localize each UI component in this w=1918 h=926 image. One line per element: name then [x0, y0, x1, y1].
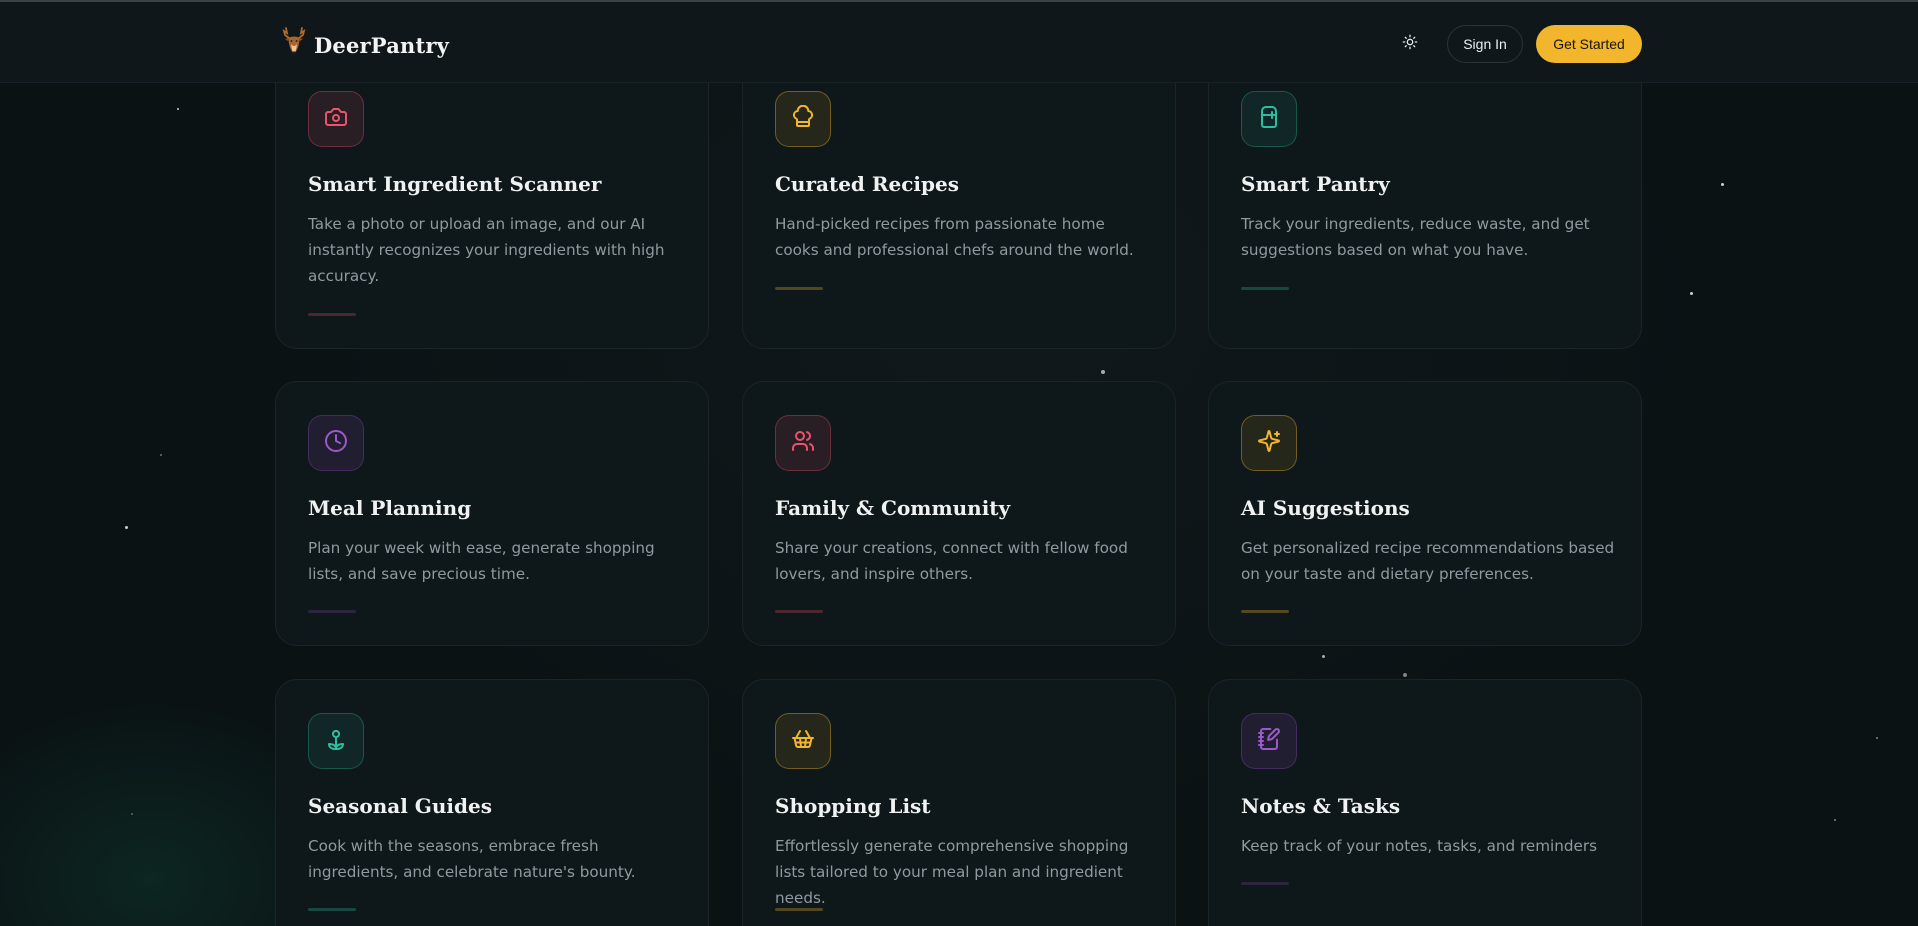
clock-icon — [324, 429, 348, 457]
get-started-button[interactable]: Get Started — [1536, 25, 1642, 63]
feature-icon-box — [1241, 91, 1297, 147]
background-star — [1101, 370, 1105, 374]
feature-icon-box — [775, 415, 831, 471]
feature-description: Effortlessly generate comprehensive shop… — [775, 837, 1129, 907]
sun-icon — [1402, 34, 1418, 54]
landing-page: DeerPantry Sign In Get Started Smart Ing — [0, 0, 1918, 926]
feature-description: Get personalized recipe recommendations … — [1241, 539, 1615, 583]
feature-accent-bar — [308, 313, 356, 316]
background-star — [1876, 737, 1878, 739]
feature-accent-bar — [775, 287, 823, 290]
sign-in-button[interactable]: Sign In — [1447, 25, 1523, 63]
background-star — [125, 526, 128, 529]
feature-title: Curated Recipes — [775, 172, 959, 196]
feature-icon-box — [1241, 713, 1297, 769]
users-icon — [791, 429, 815, 457]
feature-title: Smart Pantry — [1241, 172, 1390, 196]
feature-title: AI Suggestions — [1241, 496, 1410, 520]
feature-description: Plan your week with ease, generate shopp… — [308, 539, 655, 583]
feature-card-seasonal-guides: Seasonal Guides Cook with the seasons, e… — [275, 679, 709, 926]
feature-card-shopping-list: Shopping List Effortlessly generate comp… — [742, 679, 1176, 926]
feature-accent-bar — [1241, 610, 1289, 613]
feature-title: Seasonal Guides — [308, 794, 492, 818]
feature-icon-box — [308, 415, 364, 471]
brand-link[interactable]: DeerPantry — [280, 26, 449, 64]
background-star — [160, 454, 162, 456]
theme-toggle-button[interactable] — [1398, 32, 1422, 56]
feature-title: Notes & Tasks — [1241, 794, 1401, 818]
feature-card-family-community: Family & Community Share your creations,… — [742, 381, 1176, 646]
feature-description: Take a photo or upload an image, and our… — [308, 215, 665, 285]
feature-card-notes-tasks: Notes & Tasks Keep track of your notes, … — [1208, 679, 1642, 926]
feature-description: Hand-picked recipes from passionate home… — [775, 215, 1134, 259]
deer-logo-icon — [280, 26, 308, 64]
flower-icon — [324, 727, 348, 755]
basket-icon — [791, 727, 815, 755]
feature-accent-bar — [775, 908, 823, 911]
camera-icon — [324, 105, 348, 133]
feature-description: Share your creations, connect with fello… — [775, 539, 1128, 583]
feature-accent-bar — [775, 610, 823, 613]
background-star — [1322, 655, 1325, 658]
feature-description: Track your ingredients, reduce waste, an… — [1241, 215, 1590, 259]
feature-title: Shopping List — [775, 794, 931, 818]
feature-card-smart-ingredient-scanner: Smart Ingredient Scanner Take a photo or… — [275, 50, 709, 349]
feature-accent-bar — [1241, 882, 1289, 885]
feature-card-smart-pantry: Smart Pantry Track your ingredients, red… — [1208, 50, 1642, 349]
feature-icon-box — [308, 713, 364, 769]
feature-accent-bar — [1241, 287, 1289, 290]
feature-icon-box — [308, 91, 364, 147]
top-navbar: DeerPantry Sign In Get Started — [0, 0, 1918, 83]
feature-icon-box — [775, 91, 831, 147]
background-star — [1403, 673, 1407, 677]
refrigerator-icon — [1257, 105, 1281, 133]
feature-icon-box — [775, 713, 831, 769]
background-star — [1834, 819, 1836, 821]
background-star — [1721, 183, 1724, 186]
sparkles-icon — [1257, 429, 1281, 457]
feature-icon-box — [1241, 415, 1297, 471]
feature-title: Smart Ingredient Scanner — [308, 172, 602, 196]
feature-description: Keep track of your notes, tasks, and rem… — [1241, 837, 1598, 855]
feature-card-meal-planning: Meal Planning Plan your week with ease, … — [275, 381, 709, 646]
background-star — [131, 813, 133, 815]
chef-hat-icon — [791, 104, 815, 133]
brand-name: DeerPantry — [314, 32, 450, 58]
background-star — [1690, 292, 1693, 295]
notebook-pen-icon — [1257, 727, 1281, 755]
feature-title: Family & Community — [775, 496, 1011, 520]
background-star — [177, 108, 179, 110]
feature-accent-bar — [308, 908, 356, 911]
feature-card-ai-suggestions: AI Suggestions Get personalized recipe r… — [1208, 381, 1642, 646]
feature-title: Meal Planning — [308, 496, 472, 520]
feature-accent-bar — [308, 610, 356, 613]
feature-description: Cook with the seasons, embrace fresh ing… — [308, 837, 636, 881]
feature-card-curated-recipes: Curated Recipes Hand-picked recipes from… — [742, 50, 1176, 349]
